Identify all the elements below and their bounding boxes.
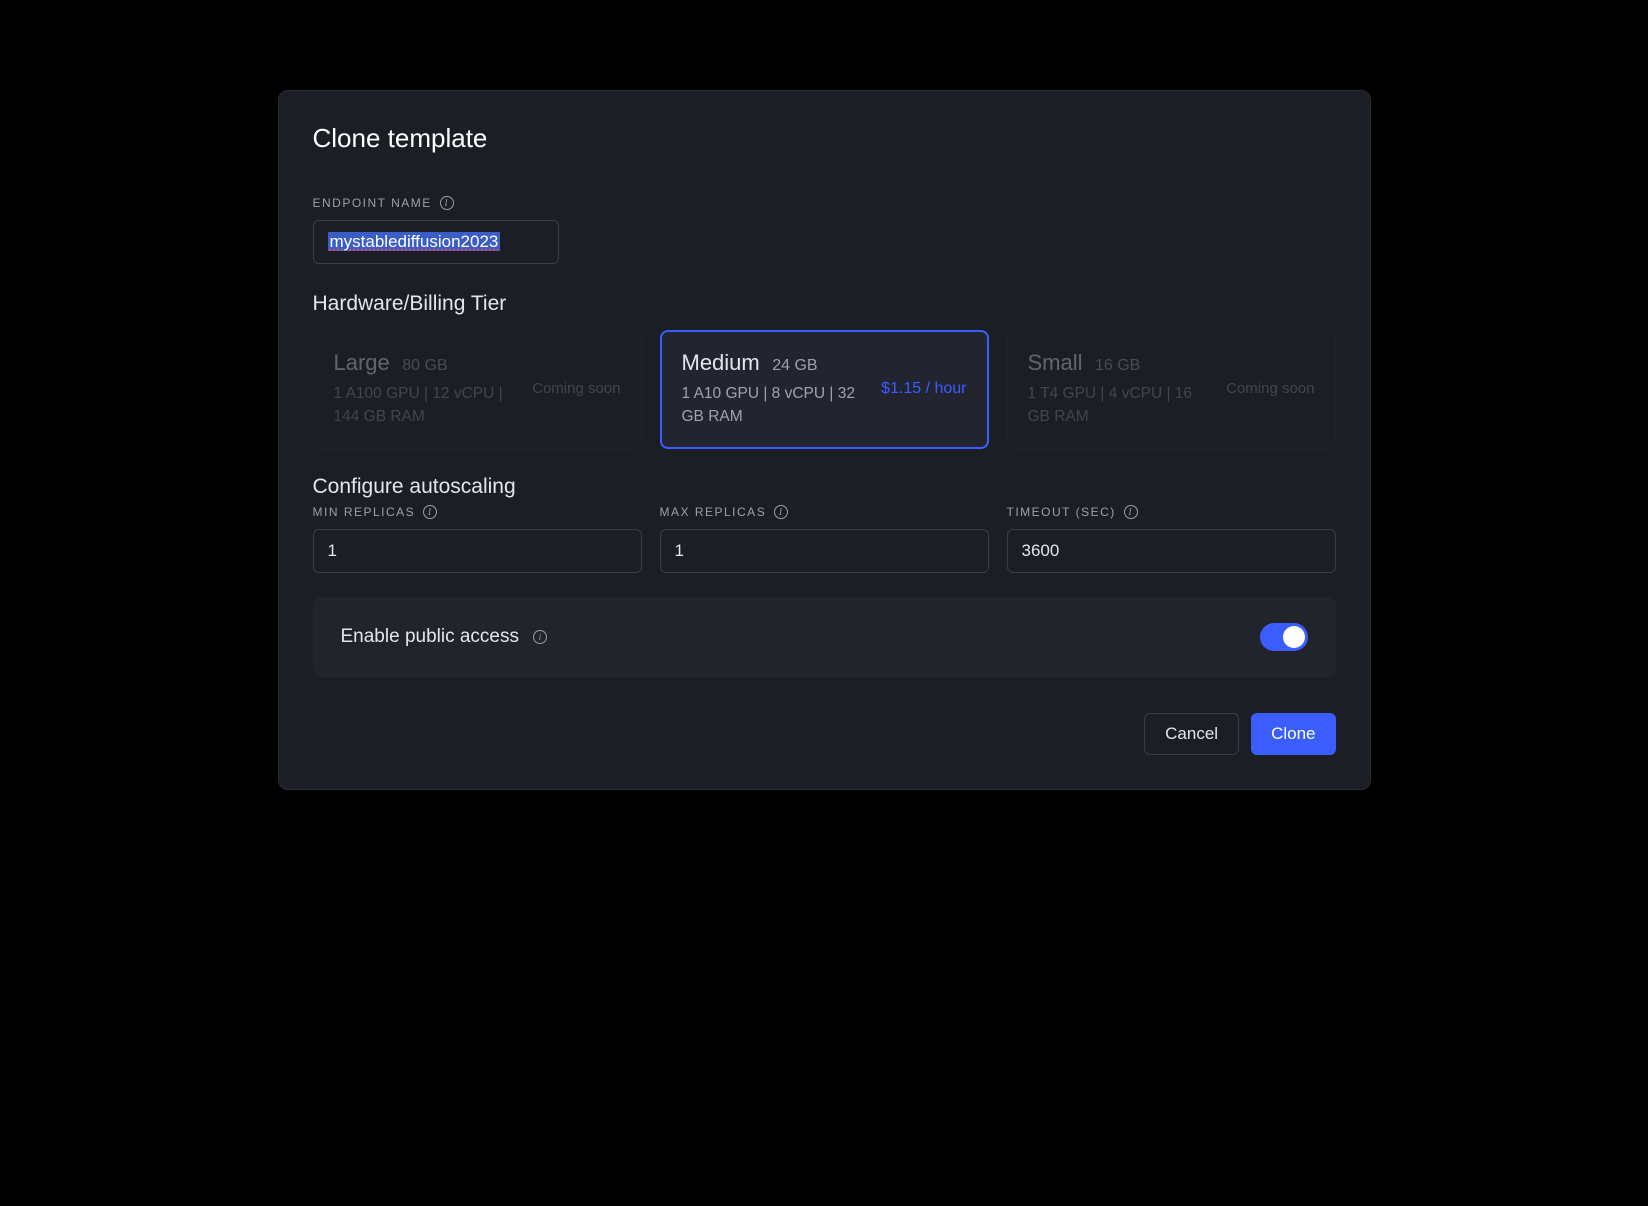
min-replicas-field: MIN REPLICAS i (313, 505, 642, 573)
modal-footer: Cancel Clone (313, 713, 1336, 755)
max-replicas-label: MAX REPLICAS i (660, 505, 989, 519)
tier-size: 80 GB (402, 357, 447, 374)
public-access-row: Enable public access i (313, 597, 1336, 677)
modal-title: Clone template (313, 123, 1336, 154)
cancel-button[interactable]: Cancel (1144, 713, 1239, 755)
toggle-knob (1283, 626, 1305, 648)
info-icon[interactable]: i (533, 630, 547, 644)
tier-size: 24 GB (772, 357, 817, 374)
clone-button[interactable]: Clone (1251, 713, 1335, 755)
timeout-label: TIMEOUT (SEC) i (1007, 505, 1336, 519)
tier-specs: 1 T4 GPU | 4 vCPU | 16 GB RAM (1028, 382, 1215, 429)
max-replicas-input[interactable] (660, 529, 989, 573)
min-replicas-label: MIN REPLICAS i (313, 505, 642, 519)
timeout-input[interactable] (1007, 529, 1336, 573)
tier-size: 16 GB (1095, 357, 1140, 374)
info-icon[interactable]: i (440, 196, 454, 210)
endpoint-name-input[interactable]: mystablediffusion2023 (313, 220, 559, 264)
public-access-label: Enable public access i (341, 626, 548, 648)
tier-card-medium[interactable]: Medium 24 GB 1 A10 GPU | 8 vCPU | 32 GB … (660, 330, 989, 449)
tier-card-small: Small 16 GB 1 T4 GPU | 4 vCPU | 16 GB RA… (1007, 330, 1336, 449)
tier-price: $1.15 / hour (881, 377, 966, 401)
min-replicas-input[interactable] (313, 529, 642, 573)
tier-name: Medium (682, 350, 760, 375)
autoscale-row: MIN REPLICAS i MAX REPLICAS i TIMEOUT (S… (313, 505, 1336, 573)
autoscale-heading: Configure autoscaling (313, 475, 1336, 499)
hardware-heading: Hardware/Billing Tier (313, 292, 1336, 316)
tier-name: Small (1028, 350, 1083, 375)
tier-specs: 1 A100 GPU | 12 vCPU | 144 GB RAM (334, 382, 521, 429)
tier-status: Coming soon (1226, 378, 1314, 401)
tier-row: Large 80 GB 1 A100 GPU | 12 vCPU | 144 G… (313, 330, 1336, 449)
clone-template-modal: Clone template ENDPOINT NAME i mystabled… (278, 90, 1371, 790)
info-icon[interactable]: i (774, 505, 788, 519)
tier-status: Coming soon (532, 378, 620, 401)
timeout-field: TIMEOUT (SEC) i (1007, 505, 1336, 573)
tier-specs: 1 A10 GPU | 8 vCPU | 32 GB RAM (682, 382, 870, 429)
public-access-toggle[interactable] (1260, 623, 1308, 651)
info-icon[interactable]: i (423, 505, 437, 519)
max-replicas-field: MAX REPLICAS i (660, 505, 989, 573)
tier-card-large: Large 80 GB 1 A100 GPU | 12 vCPU | 144 G… (313, 330, 642, 449)
info-icon[interactable]: i (1124, 505, 1138, 519)
endpoint-name-field: ENDPOINT NAME i mystablediffusion2023 (313, 196, 1336, 264)
tier-name: Large (334, 350, 390, 375)
endpoint-name-label: ENDPOINT NAME i (313, 196, 1336, 210)
